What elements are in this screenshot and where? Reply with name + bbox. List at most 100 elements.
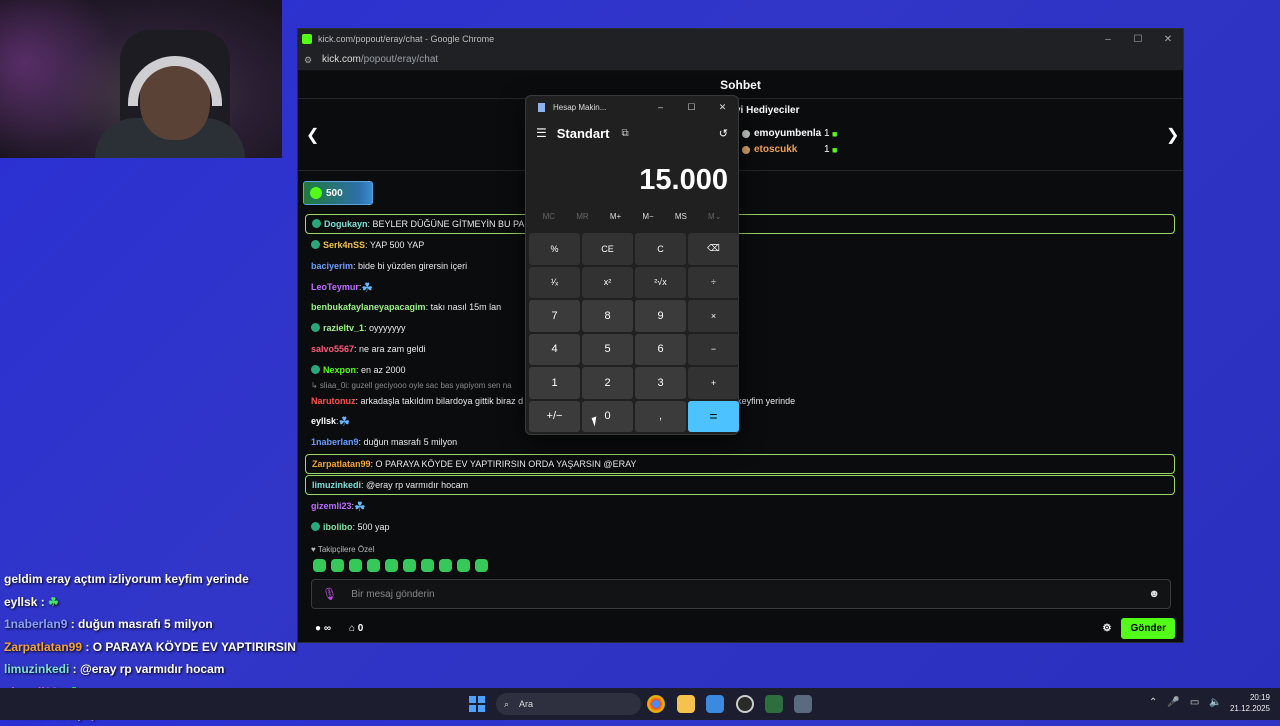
memory-button[interactable]: MS [675, 212, 687, 234]
chat-text: : arkadaşla takıldım bilardoya gittik bi… [355, 395, 524, 406]
memory-button[interactable]: M⌄ [708, 212, 721, 234]
calc-key[interactable]: x² [582, 266, 633, 298]
calc-key[interactable]: 6 [635, 333, 686, 365]
app-taskbar-icon[interactable] [765, 695, 783, 713]
maximize-button[interactable]: ☐ [1123, 34, 1153, 45]
emote-button[interactable] [385, 559, 398, 572]
calc-key[interactable]: 7 [529, 300, 580, 332]
obs-icon[interactable] [736, 695, 754, 713]
overlay-message: Zarpatlatan99 : O PARAYA KÖYDE EV YAPTIR… [4, 636, 296, 659]
next-arrow-icon[interactable]: ❯ [1166, 125, 1179, 145]
gifter-row[interactable]: emoyumbenla 1 ■ [742, 128, 837, 139]
prev-arrow-icon[interactable]: ❮ [306, 125, 319, 145]
calc-key[interactable]: % [529, 233, 580, 265]
chat-username[interactable]: razieltv_1 [323, 323, 364, 333]
calc-key[interactable]: 0 [582, 400, 633, 432]
hamburger-menu-icon[interactable]: ☰ [536, 126, 547, 140]
keep-on-top-icon[interactable]: ⧉ [622, 128, 629, 139]
calculator-app-icon [538, 102, 545, 112]
chevron-up-icon[interactable]: ⌃ [1149, 697, 1157, 708]
chat-username[interactable]: Serk4nSS [323, 240, 365, 250]
chat-username[interactable]: gizemli23 [311, 501, 352, 511]
site-settings-icon[interactable]: ⚙ [304, 55, 314, 65]
calc-key[interactable]: , [635, 400, 686, 432]
calc-key[interactable]: = [688, 400, 739, 432]
chat-username[interactable]: 1naberlan9 [311, 437, 359, 447]
calc-maximize-button[interactable]: ☐ [676, 102, 707, 113]
emote-button[interactable] [403, 559, 416, 572]
photos-icon[interactable] [706, 695, 724, 713]
history-icon[interactable]: ↺ [719, 127, 728, 140]
message-input[interactable]: 🎙 Bir mesaj gönderin ☻ [311, 579, 1171, 609]
calc-key[interactable]: ÷ [688, 266, 739, 298]
calc-key[interactable]: 5 [582, 333, 633, 365]
overlay-username: Zarpatlatan99 [4, 639, 83, 654]
calc-key[interactable]: 1 [529, 367, 580, 399]
chat-username[interactable]: Zarpatlatan99 [312, 459, 371, 469]
calc-key[interactable]: + [688, 367, 739, 399]
calc-key[interactable]: 9 [635, 300, 686, 332]
emote-button[interactable] [367, 559, 380, 572]
microphone-tray-icon[interactable]: 🎤 [1167, 697, 1179, 708]
calc-key[interactable]: +/− [529, 400, 580, 432]
points-icon[interactable]: ● [315, 623, 321, 634]
system-tray: ⌃ 🎤 ▭ 🔈 [1149, 697, 1222, 708]
gift-box-icon[interactable]: ⌂ [349, 623, 355, 634]
emote-button[interactable] [475, 559, 488, 572]
goal-badge[interactable]: 500 [303, 181, 373, 205]
calc-key[interactable]: CE [582, 233, 633, 265]
send-button[interactable]: Gönder [1121, 617, 1175, 639]
memory-button[interactable]: MC [543, 212, 555, 234]
calc-key[interactable]: C [635, 233, 686, 265]
chat-username[interactable]: limuzinkedi [312, 480, 361, 490]
calculator-taskbar-icon[interactable] [794, 695, 812, 713]
calc-close-button[interactable]: ✕ [707, 102, 738, 113]
calc-key[interactable]: 3 [635, 367, 686, 399]
calc-key[interactable]: × [688, 300, 739, 332]
chat-message: ibolibo: 500 yap [305, 517, 1175, 538]
calc-key[interactable]: ²√x [635, 266, 686, 298]
clock[interactable]: 20:19 21.12.2025 [1230, 692, 1270, 714]
gifter-row[interactable]: etoscukk 1 ■ [742, 144, 837, 155]
file-explorer-icon[interactable] [677, 695, 695, 713]
close-button[interactable]: ✕ [1153, 34, 1183, 45]
chat-username[interactable]: ibolibo [323, 522, 353, 532]
chat-username[interactable]: benbukafaylaneyapacagim [311, 302, 426, 312]
chat-username[interactable]: eyllsk [311, 416, 336, 426]
chat-username[interactable]: Narutonuz [311, 396, 356, 406]
memory-button[interactable]: M− [642, 212, 653, 234]
emote-button[interactable] [457, 559, 470, 572]
emote-button[interactable] [439, 559, 452, 572]
calc-key[interactable]: ⌫ [688, 233, 739, 265]
microphone-icon[interactable]: 🎙 [322, 587, 337, 601]
chat-username[interactable]: baciyerim [311, 261, 353, 271]
calc-minimize-button[interactable]: – [645, 102, 676, 113]
emote-button[interactable] [313, 559, 326, 572]
network-icon[interactable]: ▭ [1190, 697, 1199, 708]
emoji-picker-icon[interactable]: ☻ [1148, 588, 1160, 600]
calc-key[interactable]: ¹⁄ₓ [529, 266, 580, 298]
chat-text-tail: keyfim yerinde [737, 395, 796, 406]
minimize-button[interactable]: – [1093, 34, 1123, 45]
chat-username[interactable]: LeoTeymur [311, 282, 359, 292]
address-bar[interactable]: ⚙ kick.com/popout/eray/chat [298, 49, 1183, 71]
volume-icon[interactable]: 🔈 [1209, 697, 1221, 708]
calc-key[interactable]: 2 [582, 367, 633, 399]
chat-username[interactable]: Nexpon [323, 365, 356, 375]
settings-gear-icon[interactable]: ⚙ [1102, 623, 1111, 634]
windows-start-icon[interactable] [469, 696, 485, 712]
calc-key[interactable]: 4 [529, 333, 580, 365]
chat-username[interactable]: Dogukayn [324, 219, 368, 229]
calc-key[interactable]: − [688, 333, 739, 365]
emote-button[interactable] [349, 559, 362, 572]
memory-button[interactable]: M+ [610, 212, 621, 234]
emote-button[interactable] [331, 559, 344, 572]
calculator-titlebar: Hesap Makin... – ☐ ✕ [526, 96, 738, 118]
taskbar-search[interactable]: ⌕ Ara [496, 693, 641, 715]
chrome-taskbar-icon[interactable] [647, 695, 665, 713]
chat-username[interactable]: salvo5567 [311, 344, 354, 354]
chat-message: Zarpatlatan99: O PARAYA KÖYDE EV YAPTIRI… [305, 453, 1175, 474]
emote-button[interactable] [421, 559, 434, 572]
calc-key[interactable]: 8 [582, 300, 633, 332]
memory-button[interactable]: MR [576, 212, 588, 234]
